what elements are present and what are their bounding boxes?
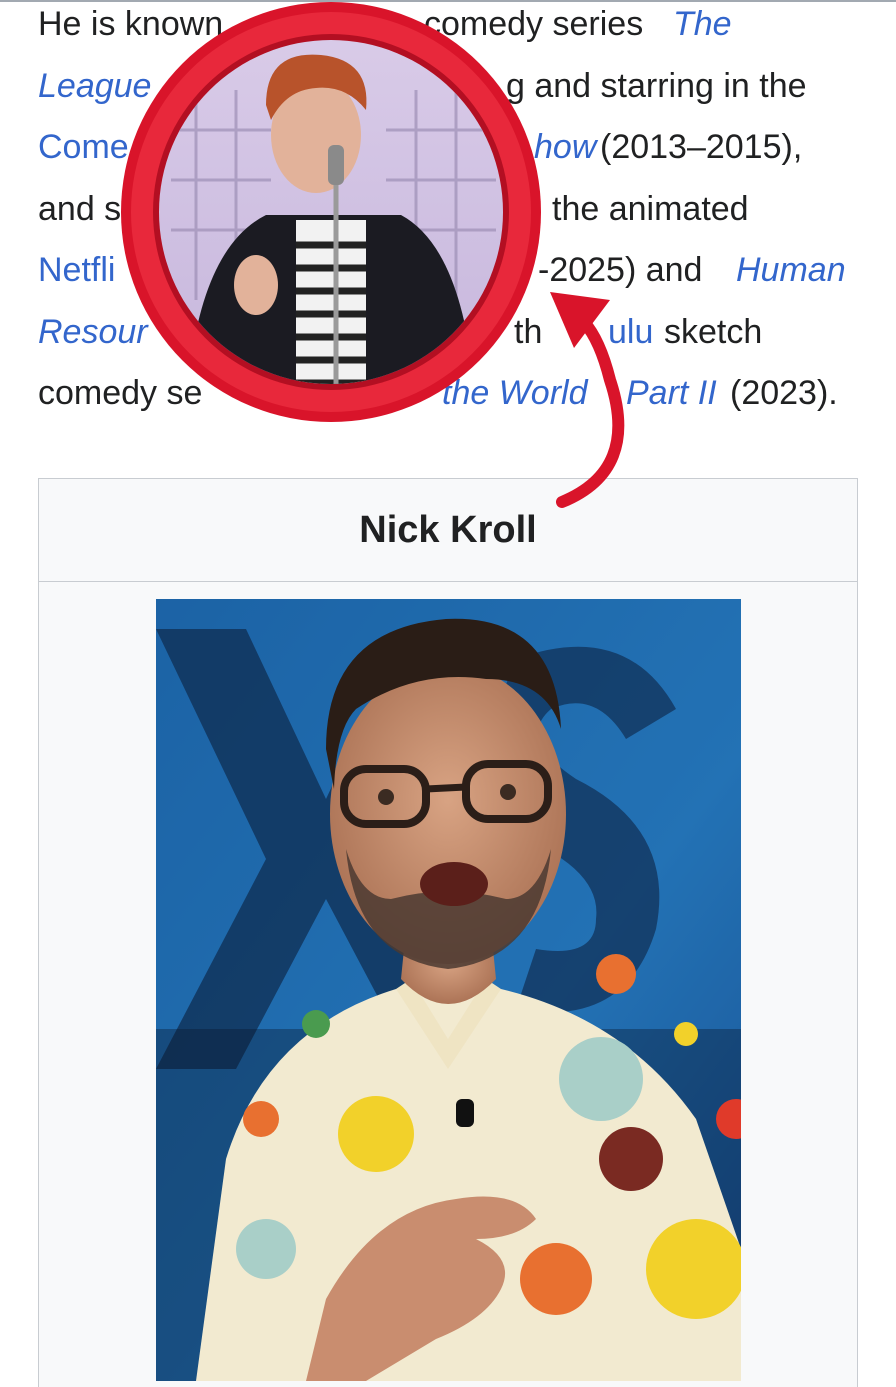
- text-fragment: (2023).: [730, 374, 838, 412]
- link-the-league[interactable]: The: [673, 4, 732, 44]
- text-fragment: g and starring in the: [506, 67, 807, 105]
- infobox: Nick Kroll: [38, 478, 858, 1387]
- text-fragment: the animated: [552, 190, 749, 228]
- pointer-arrow-icon: [540, 270, 640, 510]
- text-fragment: (2013–2015),: [600, 128, 803, 166]
- text-fragment: and s: [38, 190, 122, 228]
- link-netflix[interactable]: Netfli: [38, 250, 115, 290]
- link-human-resources[interactable]: Human: [736, 250, 846, 290]
- infobox-portrait-photo[interactable]: [156, 599, 741, 1381]
- text-fragment: sketch: [664, 313, 763, 351]
- rickroll-circle-inset[interactable]: [116, 0, 546, 425]
- infobox-title: Nick Kroll: [39, 479, 857, 582]
